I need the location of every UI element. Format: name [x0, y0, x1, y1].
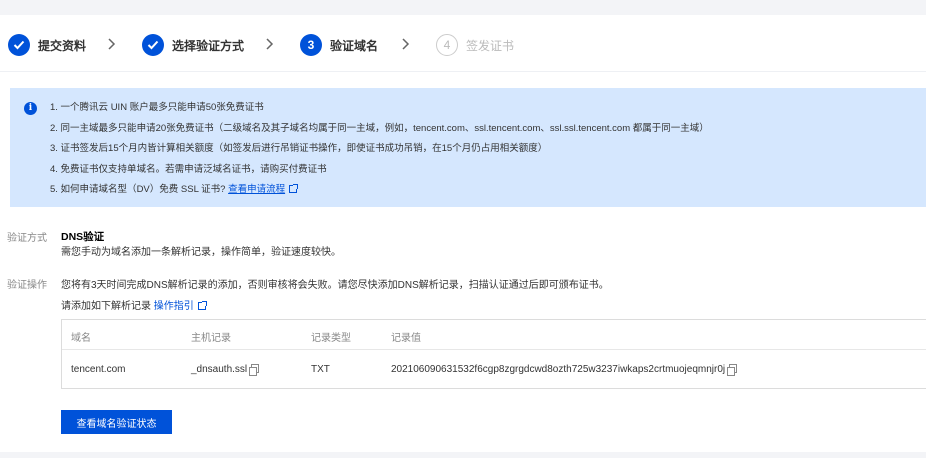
check-status-button[interactable]: 查看域名验证状态 [61, 410, 172, 434]
cell-type: TXT [311, 364, 330, 375]
step-label: 选择验证方式 [172, 38, 245, 53]
cell-host: _dnsauth.ssl [191, 364, 260, 376]
info-icon: i [24, 102, 37, 115]
check-icon [8, 34, 30, 56]
steps-bar: 提交资料 选择验证方式 3 验证域名 4 签发证书 [0, 15, 926, 72]
cell-domain: tencent.com [71, 364, 126, 375]
notice-item: 1. 一个腾讯云 UIN 账户最多只能申请50张免费证书 [50, 102, 264, 113]
chevron-right-icon [108, 38, 116, 50]
operation-text: 您将有3天时间完成DNS解析记录的添加，否则审核将会失败。请您尽快添加DNS解析… [61, 280, 609, 291]
method-desc: 需您手动为域名添加一条解析记录，操作简单，验证速度较快。 [61, 247, 341, 258]
guide-link[interactable]: 操作指引 [154, 301, 194, 312]
header-type: 记录类型 [311, 333, 351, 344]
operation-label: 验证操作 [7, 280, 47, 291]
step-number: 4 [436, 34, 458, 56]
notice-list: 1. 一个腾讯云 UIN 账户最多只能申请50张免费证书 2. 同一主域最多只能… [50, 101, 709, 204]
header-host: 主机记录 [191, 333, 231, 344]
cell-value: 202106090631532f6cgp8zgrgdcwd8ozth725w32… [391, 364, 738, 376]
method-label: 验证方式 [7, 233, 47, 244]
chevron-right-icon [266, 38, 274, 50]
external-link-icon [197, 301, 207, 310]
view-process-link[interactable]: 查看申请流程 [228, 184, 285, 195]
notice-item: 4. 免费证书仅支持单域名。若需申请泛域名证书，请购买付费证书 [50, 163, 327, 175]
header-value: 记录值 [391, 333, 421, 344]
host-value: _dnsauth.ssl [191, 364, 248, 375]
notice-item: 2. 同一主域最多只能申请20张免费证书（二级域名及其子域名均属于同一主域，例如… [50, 122, 709, 134]
step-1: 提交资料 [8, 34, 86, 56]
step-2: 选择验证方式 [142, 34, 244, 56]
method-title: DNS验证 [61, 231, 105, 243]
chevron-right-icon [402, 38, 410, 50]
external-link-icon [289, 184, 299, 193]
record-value: 202106090631532f6cgp8zgrgdcwd8ozth725w32… [391, 364, 726, 375]
notice-item: 5. 如何申请域名型（DV）免费 SSL 证书? 查看申请流程 [50, 183, 709, 204]
notice-box: i 1. 一个腾讯云 UIN 账户最多只能申请50张免费证书 2. 同一主域最多… [10, 88, 926, 207]
bottom-strip [0, 452, 926, 458]
copy-icon[interactable] [249, 364, 260, 376]
top-strip [0, 0, 926, 15]
table-row: tencent.com _dnsauth.ssl TXT 20210609063… [62, 350, 926, 388]
header-domain: 域名 [71, 333, 91, 344]
step-label: 验证域名 [330, 38, 379, 53]
main-card: 提交资料 选择验证方式 3 验证域名 4 签发证书 i 1. 一个腾讯云 UIN… [0, 15, 926, 452]
copy-icon[interactable] [727, 364, 738, 376]
operation-sub-label: 请添加如下解析记录 [61, 301, 151, 312]
operation-subtext: 请添加如下解析记录 操作指引 [61, 297, 207, 312]
table-header: 域名 主机记录 记录类型 记录值 [62, 320, 926, 350]
check-icon [142, 34, 164, 56]
notice-item-text: 5. 如何申请域名型（DV）免费 SSL 证书? [50, 184, 226, 195]
step-4: 4 签发证书 [436, 34, 514, 56]
step-3: 3 验证域名 [300, 34, 378, 56]
step-number: 3 [300, 34, 322, 56]
step-label: 签发证书 [466, 38, 515, 53]
notice-item: 3. 证书签发后15个月内皆计算相关额度（如签发后进行吊销证书操作，即使证书成功… [50, 143, 548, 154]
dns-record-table: 域名 主机记录 记录类型 记录值 tencent.com _dnsauth.ss… [61, 319, 926, 389]
step-label: 提交资料 [38, 38, 87, 53]
